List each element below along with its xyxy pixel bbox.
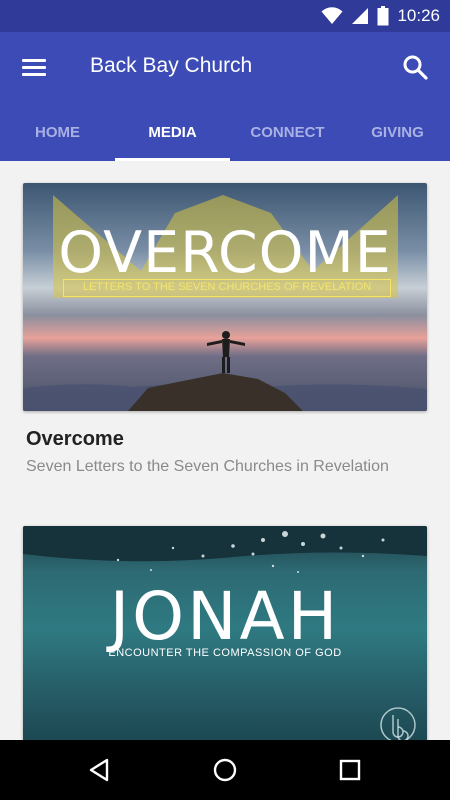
series-image-overcome[interactable]: OVERCOME LETTERS TO THE SEVEN CHURCHES O… — [23, 183, 427, 411]
app-title: Back Bay Church — [90, 54, 253, 77]
tab-connect[interactable]: CONNECT — [230, 104, 345, 161]
series-art-subtitle: ENCOUNTER THE COMPASSION OF GOD — [108, 647, 342, 659]
home-icon[interactable] — [212, 757, 238, 783]
series-art-title: OVERCOME — [58, 220, 392, 286]
tab-home[interactable]: HOME — [0, 104, 115, 161]
recents-icon[interactable] — [337, 757, 363, 783]
crown-graphic — [23, 195, 427, 411]
series-art-subtitle: LETTERS TO THE SEVEN CHURCHES OF REVELAT… — [63, 279, 391, 297]
menu-icon[interactable] — [22, 56, 48, 78]
series-title: Overcome — [26, 428, 124, 450]
back-icon[interactable] — [87, 757, 113, 783]
status-icons: 10:26 — [321, 0, 440, 32]
series-image-jonah[interactable]: JONAH ENCOUNTER THE COMPASSION OF GOD — [23, 526, 427, 740]
system-nav-bar — [0, 740, 450, 800]
series-card-overcome[interactable]: OVERCOME LETTERS TO THE SEVEN CHURCHES O… — [23, 183, 427, 476]
status-time: 10:26 — [397, 6, 440, 25]
signal-icon — [352, 8, 369, 24]
status-bar: 10:26 — [0, 0, 450, 32]
church-logo-icon — [380, 707, 416, 740]
series-art-title: JONAH — [109, 578, 341, 655]
tab-giving[interactable]: GIVING — [345, 104, 450, 161]
series-card-jonah[interactable]: JONAH ENCOUNTER THE COMPASSION OF GOD — [23, 526, 427, 740]
app-bar: Back Bay Church — [0, 32, 450, 104]
search-icon[interactable] — [402, 54, 428, 80]
media-list: OVERCOME LETTERS TO THE SEVEN CHURCHES O… — [0, 161, 450, 740]
tab-bar: HOME MEDIA CONNECT GIVING — [0, 104, 450, 161]
tab-media[interactable]: MEDIA — [115, 104, 230, 161]
wifi-icon — [321, 7, 343, 24]
battery-icon — [377, 6, 389, 26]
series-subtitle: Seven Letters to the Seven Churches in R… — [26, 458, 389, 475]
